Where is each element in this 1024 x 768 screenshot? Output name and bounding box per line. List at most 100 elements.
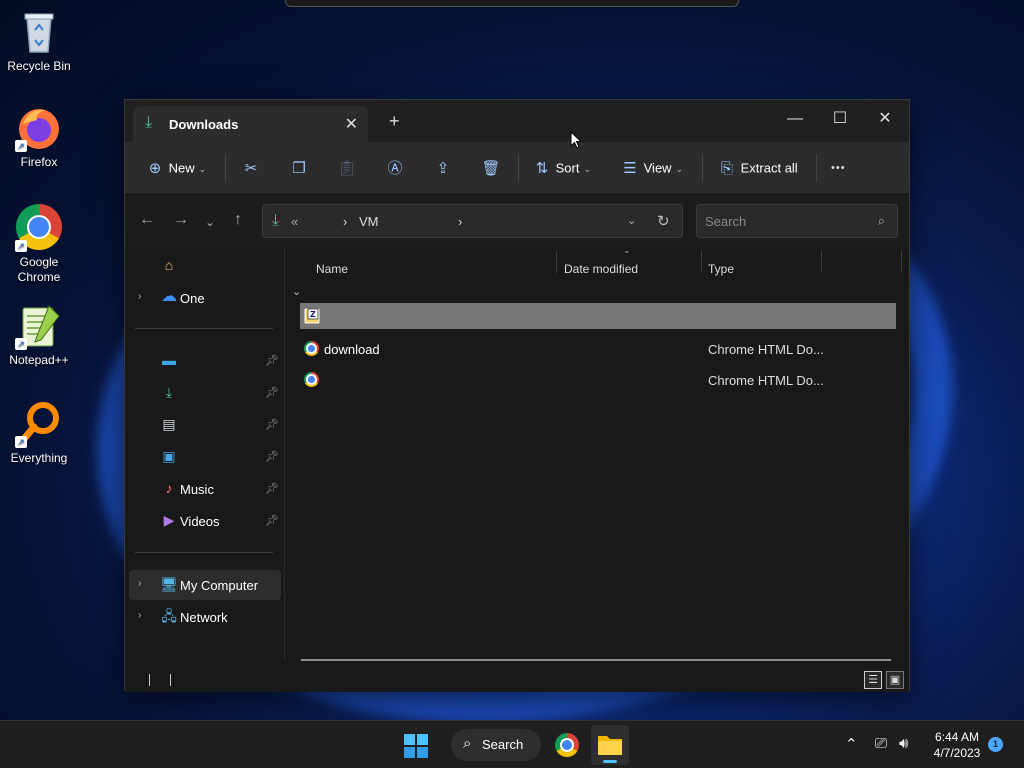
up-arrow-icon[interactable]: ↑ [234,211,242,229]
sidebar-item-onedrive[interactable]: › ☁ One [129,283,281,313]
show-hidden-icons-chevron-icon[interactable]: ⌃ [845,735,858,753]
new-tab-button[interactable]: + [389,112,400,130]
breadcrumb-separator-icon[interactable]: › [458,214,462,229]
close-window-button[interactable]: ✕ [863,104,907,134]
sidebar-item-downloads[interactable]: ⤓ 📌︎ [129,378,281,408]
rename-button[interactable]: Ⓐ [385,156,405,180]
desktop-icon-everything[interactable]: ↗ Everything [0,400,78,466]
details-view-icon: ☰ [868,674,878,686]
address-dropdown-chevron-icon[interactable]: ⌄ [627,214,636,227]
maximize-button[interactable]: ☐ [818,104,862,134]
back-arrow-icon[interactable]: ← [139,211,155,229]
sidebar-divider [135,328,273,329]
sidebar-item-pictures[interactable]: ▣ 📌︎ [129,442,281,472]
copy-button[interactable]: ❐ [289,156,309,180]
column-header-date-modified[interactable]: Date modified [564,262,638,276]
refresh-icon[interactable]: ↻ [657,212,670,230]
toolbar-divider [816,154,817,182]
file-row[interactable]: Chrome HTML Do... [300,367,896,393]
search-box[interactable]: ⌕ [696,204,898,238]
system-clock[interactable]: 6:44 AM 4/7/2023 [924,729,990,761]
sidebar-item-documents[interactable]: ▤ 📌︎ [129,410,281,440]
status-divider [149,674,150,686]
tiles-view-button[interactable]: ▣ [886,671,904,689]
chevron-down-icon: ⌄ [675,163,684,174]
close-tab-icon[interactable]: ✕ [345,114,358,134]
archive-icon: Z [303,307,321,325]
file-row[interactable]: download Chrome HTML Do... [300,336,896,362]
shortcut-arrow-icon: ↗ [15,240,27,252]
plus-circle-icon: ⊕ [148,159,162,177]
network-status-icon[interactable]: ⎚ [875,735,887,752]
search-icon[interactable]: ⌕ [878,213,885,229]
tiles-view-icon: ▣ [889,674,901,686]
address-bar[interactable]: ⤓ « › VM › ⌄ ↻ [262,204,683,238]
sort-button[interactable]: ⇅ Sort ⌄ [532,156,591,180]
chevron-right-icon[interactable]: › [138,578,141,589]
sidebar-item-my-computer[interactable]: › 🖥︎ My Computer [129,570,281,600]
download-icon: ⤓ [145,114,153,131]
pin-icon[interactable]: 📌︎ [265,450,279,463]
top-window-edge [285,0,739,7]
chevron-right-icon[interactable]: › [138,291,141,302]
video-icon: ▶ [163,512,175,528]
column-divider[interactable] [821,251,822,273]
search-input[interactable] [705,213,865,229]
view-button[interactable]: ☰ View ⌄ [620,156,683,180]
forward-arrow-icon[interactable]: → [173,211,189,229]
pin-icon[interactable]: 📌︎ [265,354,279,367]
paste-button[interactable]: 📋︎ [337,156,357,180]
breadcrumb-vm[interactable]: VM [359,214,379,229]
chrome-icon: ↗ [15,204,63,252]
pin-icon[interactable]: 📌︎ [265,514,279,527]
tab-downloads[interactable]: ⤓ Downloads ✕ [133,106,368,142]
sidebar-item-videos[interactable]: ▶ Videos 📌︎ [129,506,281,536]
cloud-icon: ☁ [161,288,177,305]
notification-badge[interactable]: 1 [988,737,1003,752]
search-icon: ⌕ [463,735,472,752]
taskbar-file-explorer[interactable] [591,725,629,765]
sidebar-item-home[interactable]: ⌂ [129,251,281,281]
pin-icon[interactable]: 📌︎ [265,482,279,495]
file-row[interactable]: Z [300,303,896,329]
taskbar-chrome[interactable] [549,725,585,765]
desktop-icon-firefox[interactable]: ↗ Firefox [0,104,78,170]
column-header-type[interactable]: Type [708,262,734,276]
desktop-icon-label: Everything [10,451,68,465]
volume-icon[interactable]: 🔊︎ [899,735,908,752]
file-name: download [324,342,380,357]
desktop-icon-recycle-bin[interactable]: Recycle Bin [0,8,78,74]
details-view-button[interactable]: ☰ [864,671,882,689]
everything-search-icon: ↗ [15,400,63,448]
desktop-icon-notepad-plus-plus[interactable]: ↗ Notepad++ [0,302,78,368]
cut-button[interactable]: ✂ [241,156,261,180]
sidebar-item-desktop[interactable]: ▬ 📌︎ [129,346,281,376]
taskbar-search-button[interactable]: ⌕ Search [451,729,541,761]
notepad-plus-plus-icon: ↗ [15,302,63,350]
more-options-button[interactable]: ••• [831,156,846,180]
column-divider[interactable] [556,251,557,273]
sidebar-item-music[interactable]: ♪ Music 📌︎ [129,474,281,504]
clock-time: 6:44 AM [934,730,980,744]
recent-locations-chevron-icon[interactable]: ⌄ [205,213,215,231]
sort-indicator-icon: ⌄ [623,245,631,255]
start-button[interactable] [398,725,434,765]
share-button[interactable]: ⇪ [433,156,453,180]
minimize-button[interactable]: — [773,104,817,134]
sidebar-item-network[interactable]: › 🖧︎ Network [129,602,281,632]
group-collapse-chevron-icon[interactable]: ⌄ [292,285,301,298]
pin-icon[interactable]: 📌︎ [265,386,279,399]
new-button[interactable]: ⊕ New ⌄ [145,156,206,180]
desktop-icon-chrome[interactable]: ↗ Google Chrome [0,203,78,285]
column-header-name[interactable]: Name [316,262,348,276]
column-divider[interactable] [701,251,702,273]
title-bar: ⤓ Downloads ✕ + — ☐ ✕ [125,100,909,142]
column-divider[interactable] [901,251,902,273]
overflow-chevron-icon[interactable]: « [291,214,298,229]
pin-icon[interactable]: 📌︎ [265,418,279,431]
delete-button[interactable]: 🗑︎ [481,156,501,180]
share-icon: ⇪ [436,159,450,177]
breadcrumb-separator-icon[interactable]: › [343,214,347,229]
extract-all-button[interactable]: ⎘ Extract all [717,156,798,180]
chevron-right-icon[interactable]: › [138,610,141,621]
